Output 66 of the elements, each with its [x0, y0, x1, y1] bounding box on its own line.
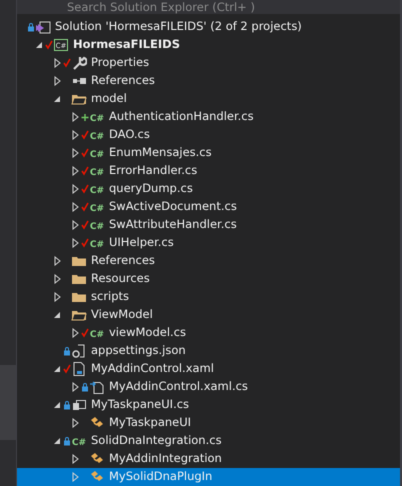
- tree-item[interactable]: C# EnumMensajes.cs: [17, 144, 400, 162]
- tree-item[interactable]: C# SwAttributeHandler.cs: [17, 216, 400, 234]
- csharp-file-icon: C#: [89, 199, 105, 215]
- csharp-file-icon: C#: [89, 163, 105, 179]
- expanded-arrow-icon[interactable]: [53, 436, 63, 446]
- csharp-file-icon: C#: [71, 433, 87, 449]
- tree-item[interactable]: References: [17, 72, 400, 90]
- csharp-file-icon: C#: [89, 325, 105, 341]
- collapsed-arrow-icon[interactable]: [53, 292, 63, 302]
- csharp-file-icon: C#: [89, 217, 105, 233]
- expanded-arrow-icon[interactable]: [53, 364, 63, 374]
- collapsed-arrow-icon[interactable]: [53, 274, 63, 284]
- code-file-icon: [89, 379, 105, 395]
- settings-file-icon: [71, 343, 87, 359]
- csharp-file-icon: C#: [89, 109, 105, 125]
- tree-item[interactable]: References: [17, 252, 400, 270]
- tree-item[interactable]: Properties: [17, 54, 400, 72]
- collapsed-arrow-icon[interactable]: [71, 112, 81, 122]
- wrench-icon: [71, 55, 87, 71]
- expanded-arrow-icon[interactable]: [53, 94, 63, 104]
- tree-item[interactable]: MyAddinIntegration: [17, 450, 400, 468]
- tree-item[interactable]: C# queryDump.cs: [17, 180, 400, 198]
- tree-item[interactable]: MyTaskpaneUI.cs: [17, 396, 400, 414]
- csharp-file-icon: C#: [89, 235, 105, 251]
- tree-item[interactable]: Resources: [17, 270, 400, 288]
- expanded-arrow-icon[interactable]: [35, 40, 45, 50]
- collapsed-arrow-icon[interactable]: [53, 76, 63, 86]
- tree-item[interactable]: C# DAO.cs: [17, 126, 400, 144]
- solution-icon: [35, 19, 51, 35]
- search-field[interactable]: Search Solution Explorer (Ctrl+ ): [17, 0, 400, 14]
- collapsed-arrow-icon[interactable]: [53, 256, 63, 266]
- collapsed-arrow-icon[interactable]: [71, 166, 81, 176]
- collapsed-arrow-icon[interactable]: [71, 328, 81, 338]
- tree-item[interactable]: MySolidDnaPlugIn: [17, 468, 400, 486]
- tree-item[interactable]: MyAddinControl.xaml: [17, 360, 400, 378]
- tree-item[interactable]: MyAddinControl.xaml.cs: [17, 378, 400, 396]
- collapsed-arrow-icon[interactable]: [71, 220, 81, 230]
- tree-item[interactable]: C# viewModel.cs: [17, 324, 400, 342]
- tree-item[interactable]: C# ErrorHandler.cs: [17, 162, 400, 180]
- expanded-arrow-icon[interactable]: [53, 400, 63, 410]
- tree-item[interactable]: ViewModel: [17, 306, 400, 324]
- collapsed-arrow-icon[interactable]: [53, 58, 63, 68]
- collapsed-arrow-icon[interactable]: [71, 202, 81, 212]
- collapsed-arrow-icon[interactable]: [71, 418, 81, 428]
- tree-item[interactable]: C# UIHelper.cs: [17, 234, 400, 252]
- collapsed-arrow-icon[interactable]: [71, 238, 81, 248]
- tree-item[interactable]: scripts: [17, 288, 400, 306]
- csharp-file-icon: C#: [89, 181, 105, 197]
- collapsed-arrow-icon[interactable]: [71, 382, 81, 392]
- tree-item[interactable]: C# SwActiveDocument.cs: [17, 198, 400, 216]
- tree-item[interactable]: Solution 'HormesaFILEIDS' (2 of 2 projects): [17, 18, 400, 36]
- collapsed-arrow-icon[interactable]: [71, 130, 81, 140]
- scrollbar-thumb[interactable]: [0, 365, 16, 440]
- collapsed-arrow-icon[interactable]: [71, 454, 81, 464]
- csharp-file-icon: C#: [89, 127, 105, 143]
- expanded-arrow-icon[interactable]: [53, 310, 63, 320]
- tree-item[interactable]: appsettings.json: [17, 342, 400, 360]
- form-icon: [71, 397, 87, 413]
- tree-item[interactable]: C# SolidDnaIntegration.cs: [17, 432, 400, 450]
- collapsed-arrow-icon[interactable]: [71, 148, 81, 158]
- csharp-file-icon: C#: [89, 145, 105, 161]
- collapsed-arrow-icon[interactable]: [71, 184, 81, 194]
- tree-item[interactable]: C# AuthenticationHandler.cs: [17, 108, 400, 126]
- tree-item[interactable]: MyTaskpaneUI: [17, 414, 400, 432]
- tree-item[interactable]: model: [17, 90, 400, 108]
- xaml-file-icon: [71, 361, 87, 377]
